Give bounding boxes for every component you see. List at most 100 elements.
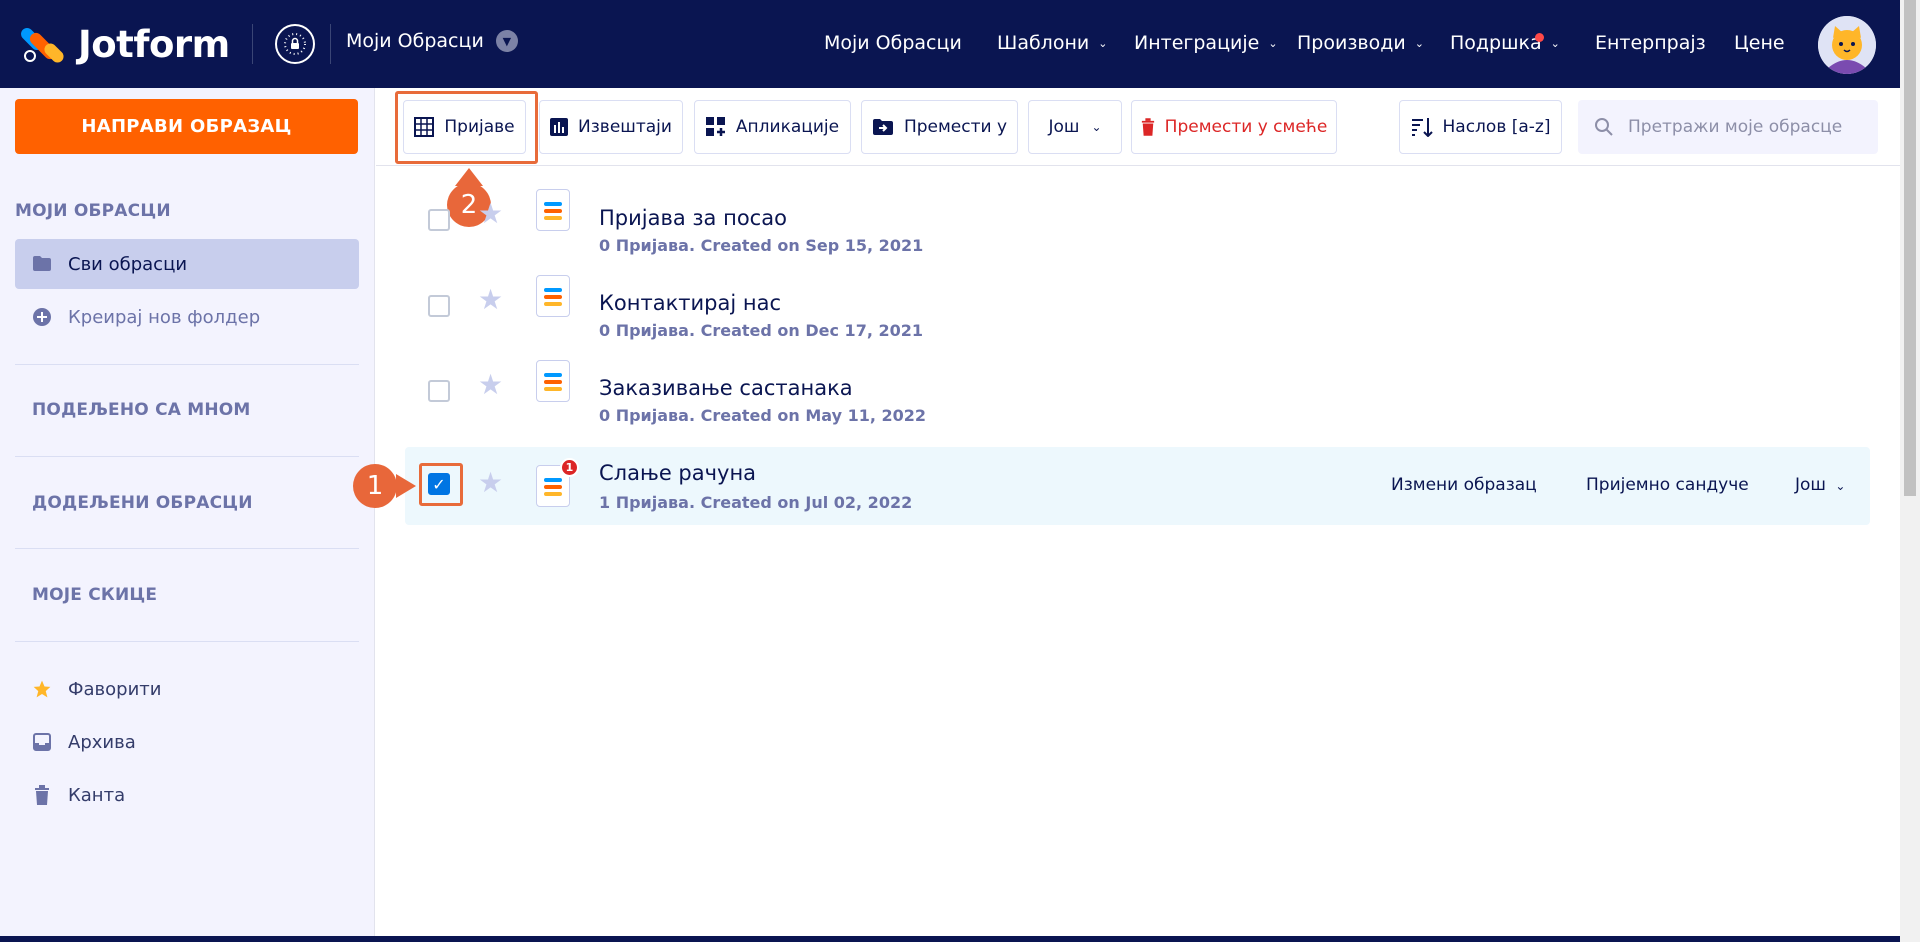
nav-label: Цене <box>1734 32 1785 54</box>
form-title[interactable]: Пријава за посао <box>599 206 787 230</box>
star-icon[interactable]: ★ <box>478 469 503 497</box>
form-icon <box>536 275 570 317</box>
sidebar-item-new-folder[interactable]: Креирај нов фолдер <box>15 292 359 342</box>
sidebar-item-label: Архива <box>68 731 136 753</box>
archive-icon <box>32 732 52 752</box>
nav-label: Ентерпрајз <box>1595 32 1706 54</box>
sidebar-item-label: Фаворити <box>68 678 162 700</box>
nav-templates[interactable]: Шаблони ⌄ <box>997 32 1107 54</box>
search-placeholder: Претражи моје обрасце <box>1628 117 1843 137</box>
nav-label: Шаблони <box>997 32 1090 54</box>
divider <box>15 641 359 642</box>
row-checkbox[interactable] <box>428 380 450 402</box>
list-item[interactable]: ★ Контактирај нас 0 Пријава. Created on … <box>405 265 1870 343</box>
sort-icon <box>1411 117 1433 137</box>
divider <box>330 24 331 64</box>
button-label: Апликације <box>735 117 840 137</box>
nav-products[interactable]: Производи ⌄ <box>1297 32 1424 54</box>
button-label: Премести у смеће <box>1164 117 1328 137</box>
eu-lock-icon[interactable] <box>275 24 315 64</box>
sidebar: НАПРАВИ ОБРАЗАЦ МОЈИ ОБРАСЦИ Сви обрасци… <box>0 88 375 942</box>
inbox-link[interactable]: Пријемно сандуче <box>1586 475 1749 495</box>
nav-integrations[interactable]: Интеграције ⌄ <box>1134 32 1278 54</box>
sidebar-item-all-forms[interactable]: Сви обрасци <box>15 239 359 289</box>
my-forms-heading: МОЈИ ОБРАСЦИ <box>15 201 171 221</box>
row-checkbox[interactable] <box>428 209 450 231</box>
chevron-down-icon: ⌄ <box>1268 36 1278 50</box>
jotform-logo-icon <box>18 22 67 66</box>
checkbox-highlight <box>419 463 463 506</box>
search-input[interactable]: Претражи моје обрасце <box>1578 100 1878 154</box>
jotform-logo[interactable]: Jotform <box>18 22 230 66</box>
apps-button[interactable]: Апликације <box>694 100 851 154</box>
chevron-down-icon: ⌄ <box>1550 36 1560 50</box>
assigned-forms-link[interactable]: ДОДЕЉЕНИ ОБРАСЦИ <box>32 493 253 513</box>
shared-with-me-link[interactable]: ПОДЕЉЕНО СА МНОМ <box>32 400 251 420</box>
form-icon <box>536 360 570 402</box>
form-title[interactable]: Контактирај нас <box>599 291 781 315</box>
nav-pricing[interactable]: Цене <box>1734 32 1785 54</box>
step-1-pointer <box>396 474 416 498</box>
bar-chart-icon <box>550 118 569 136</box>
button-label: Наслов [a-z] <box>1442 117 1551 137</box>
form-title[interactable]: Заказивање састанака <box>599 376 853 400</box>
top-navigation-bar: Jotform Моји Обрасци ▼ Моји Обрасци Шабл… <box>0 0 1900 88</box>
sidebar-item-favorites[interactable]: Фаворити <box>15 664 359 714</box>
divider <box>15 548 359 549</box>
sidebar-item-trash[interactable]: Канта <box>15 770 359 820</box>
apps-grid-icon <box>705 117 726 137</box>
star-icon <box>32 679 52 699</box>
chevron-down-icon: ⌄ <box>1098 36 1108 50</box>
button-label: Још <box>1048 117 1080 137</box>
button-label: Још <box>1795 475 1826 495</box>
reports-button[interactable]: Извештаји <box>539 100 683 154</box>
sidebar-item-label: Креирај нов фолдер <box>68 306 261 328</box>
move-to-button[interactable]: Премести у <box>861 100 1018 154</box>
sidebar-item-archive[interactable]: Архива <box>15 717 359 767</box>
move-folder-icon <box>872 118 894 136</box>
folder-icon <box>32 254 52 274</box>
chevron-down-icon: ▼ <box>495 30 518 52</box>
form-subtitle: 0 Пријава. Created on May 11, 2022 <box>599 406 927 425</box>
search-icon <box>1594 117 1614 137</box>
chevron-down-icon: ⌄ <box>1414 36 1424 50</box>
move-to-trash-button[interactable]: Премести у смеће <box>1131 100 1337 154</box>
divider <box>15 456 359 457</box>
star-icon[interactable]: ★ <box>478 286 503 314</box>
scrollbar-thumb[interactable] <box>1904 0 1916 496</box>
nav-enterprise[interactable]: Ентерпрајз <box>1595 32 1706 54</box>
list-item[interactable]: ★ Пријава за посао 0 Пријава. Created on… <box>405 180 1870 258</box>
nav-label: Интеграције <box>1134 32 1260 54</box>
sort-button[interactable]: Наслов [a-z] <box>1399 100 1562 154</box>
workspace-label: Моји Обрасци <box>346 30 484 52</box>
row-checkbox[interactable] <box>428 295 450 317</box>
edit-form-link[interactable]: Измени образац <box>1391 475 1537 495</box>
form-title[interactable]: Слање рачуна <box>599 461 756 485</box>
page-scrollbar[interactable] <box>1900 0 1920 942</box>
workspace-switcher[interactable]: Моји Обрасци ▼ <box>346 30 518 52</box>
nav-label: Моји Обрасци <box>824 32 962 54</box>
user-avatar[interactable] <box>1818 16 1876 74</box>
star-icon[interactable]: ★ <box>478 371 503 399</box>
chevron-down-icon: ⌄ <box>1091 120 1102 134</box>
submissions-highlight <box>395 91 538 164</box>
sidebar-item-label: Сви обрасци <box>68 253 188 275</box>
divider <box>15 364 359 365</box>
nav-label: Производи <box>1297 32 1406 54</box>
chevron-down-icon: ⌄ <box>1835 479 1846 493</box>
bottom-edge <box>0 936 1900 942</box>
star-icon[interactable]: ★ <box>478 200 503 228</box>
nav-label: Подршка <box>1450 32 1542 54</box>
list-item[interactable]: ★ Заказивање састанака 0 Пријава. Create… <box>405 350 1870 428</box>
toolbar: Пријаве Извештаји Апликације Премести у … <box>376 88 1900 166</box>
plus-circle-icon <box>32 307 52 327</box>
new-submission-badge: 1 <box>560 458 579 477</box>
trash-icon <box>1141 118 1155 136</box>
more-actions-button[interactable]: Још ⌄ <box>1028 100 1122 154</box>
my-drafts-link[interactable]: МОЈЕ СКИЦЕ <box>32 585 157 605</box>
form-subtitle: 1 Пријава. Created on Jul 02, 2022 <box>599 493 913 512</box>
row-more-button[interactable]: Још ⌄ <box>1795 475 1845 495</box>
create-form-button[interactable]: НАПРАВИ ОБРАЗАЦ <box>15 99 358 154</box>
list-item-selected[interactable]: ✓ ★ 1 Слање рачуна 1 Пријава. Created on… <box>405 447 1870 525</box>
nav-my-forms[interactable]: Моји Обрасци <box>824 32 962 54</box>
